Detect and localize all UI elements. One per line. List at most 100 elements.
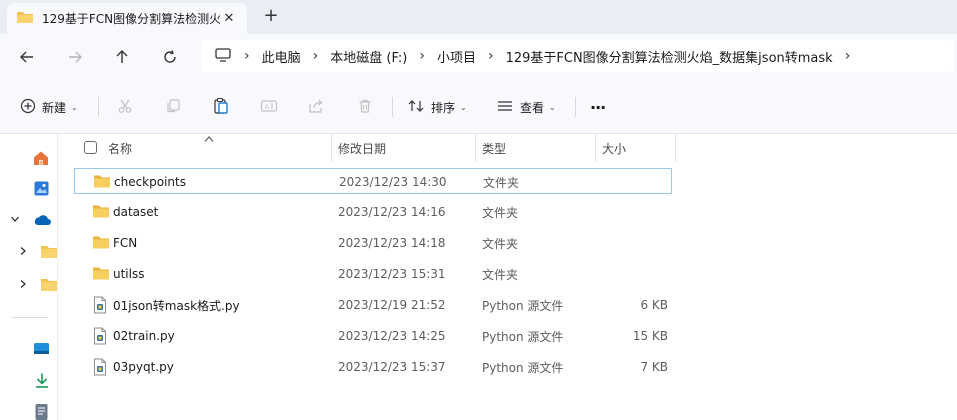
chevron-right-icon[interactable]: › — [419, 48, 425, 64]
copy-button[interactable] — [165, 93, 181, 121]
paste-button[interactable] — [213, 93, 229, 121]
file-row[interactable]: 03pyqt.py 2023/12/23 15:37 Python 源文件 7 KB — [74, 354, 672, 380]
view-list-icon — [496, 98, 514, 117]
plus-circle-icon — [20, 98, 36, 117]
download-icon[interactable] — [34, 372, 50, 389]
column-header-date[interactable]: 修改日期 — [338, 134, 386, 162]
file-name: FCN — [113, 236, 138, 250]
file-row[interactable]: utilss 2023/12/23 15:31 文件夹 — [74, 261, 672, 287]
toolbar-divider — [575, 97, 576, 117]
file-type: Python 源文件 — [482, 329, 564, 344]
file-date: 2023/12/23 15:37 — [338, 360, 446, 374]
new-tab-button[interactable]: + — [262, 6, 280, 26]
folder-icon[interactable] — [40, 244, 58, 259]
select-all-checkbox[interactable] — [84, 141, 97, 154]
column-divider[interactable] — [595, 134, 596, 162]
gallery-icon[interactable] — [33, 180, 50, 197]
navigation-pane — [0, 134, 58, 420]
address-bar[interactable]: › 此电脑 › 本地磁盘 (F:) › 小项目 › 129基于FCN图像分割算法… — [202, 40, 954, 72]
file-name: 01json转mask格式.py — [113, 298, 240, 313]
command-bar: 新建 ⌄ A 排序 ⌄ 查看 ⌄ ··· — [0, 79, 957, 134]
file-type: Python 源文件 — [482, 360, 564, 375]
breadcrumb-projects[interactable]: 小项目 — [437, 47, 476, 66]
more-options-icon[interactable]: ··· — [590, 93, 606, 121]
folder-icon — [92, 234, 110, 252]
cut-button[interactable] — [117, 93, 133, 121]
sort-button[interactable]: 排序 ⌄ — [407, 93, 467, 121]
monitor-icon[interactable] — [214, 47, 232, 66]
chevron-down-icon[interactable] — [10, 214, 20, 224]
column-divider[interactable] — [331, 134, 332, 162]
file-date: 2023/12/23 14:16 — [338, 205, 446, 219]
folder-icon — [16, 9, 34, 28]
trash-icon — [357, 98, 373, 117]
view-button[interactable]: 查看 ⌄ — [496, 93, 556, 121]
forward-icon[interactable] — [60, 42, 90, 72]
file-list-pane: 名称 修改日期 类型 大小 checkpoints 2023/12/23 14:3… — [58, 134, 957, 420]
nav-divider — [12, 317, 48, 318]
chevron-right-icon[interactable]: › — [845, 48, 851, 64]
share-button[interactable] — [308, 93, 324, 121]
file-size: 7 KB — [640, 360, 668, 374]
file-date: 2023/12/23 15:31 — [338, 267, 446, 281]
column-header-name[interactable]: 名称 — [108, 134, 132, 162]
file-name: dataset — [113, 205, 159, 219]
file-date: 2023/12/23 14:30 — [339, 175, 447, 189]
file-size: 15 KB — [632, 329, 668, 343]
file-row[interactable]: FCN 2023/12/23 14:18 文件夹 — [74, 230, 672, 256]
up-icon[interactable] — [107, 42, 137, 72]
file-type: 文件夹 — [482, 205, 519, 220]
column-header-type[interactable]: 类型 — [482, 134, 506, 162]
new-button[interactable]: 新建 ⌄ — [20, 93, 78, 121]
file-name: checkpoints — [114, 175, 186, 189]
file-date: 2023/12/23 14:18 — [338, 236, 446, 250]
file-name: 02train.py — [113, 329, 175, 343]
column-divider[interactable] — [475, 134, 476, 162]
file-size — [594, 199, 668, 225]
rename-button[interactable]: A — [260, 93, 278, 121]
folder-icon[interactable] — [40, 277, 58, 292]
view-button-label: 查看 — [520, 100, 545, 115]
tab-current-folder[interactable]: 129基于FCN图像分割算法检测火焰_数据集json转mask ✕ — [7, 3, 247, 34]
rename-icon: A — [260, 98, 278, 117]
file-row[interactable]: dataset 2023/12/23 14:16 文件夹 — [74, 199, 672, 225]
refresh-icon[interactable] — [155, 42, 185, 72]
file-size — [594, 230, 668, 256]
file-type: Python 源文件 — [482, 298, 564, 313]
home-icon[interactable] — [32, 149, 50, 167]
documents-icon[interactable] — [34, 403, 49, 420]
new-button-label: 新建 — [42, 100, 67, 115]
folder-icon — [92, 203, 110, 221]
onedrive-cloud-icon[interactable] — [32, 213, 52, 227]
chevron-down-icon: ⌄ — [71, 102, 78, 112]
share-icon — [308, 98, 324, 117]
breadcrumb-drive[interactable]: 本地磁盘 (F:) — [330, 47, 407, 66]
column-header-row: 名称 修改日期 类型 大小 — [58, 134, 957, 162]
chevron-right-icon[interactable] — [18, 246, 28, 256]
chevron-right-icon[interactable] — [18, 279, 28, 289]
toolbar-divider — [392, 97, 393, 117]
file-date: 2023/12/19 21:52 — [338, 298, 446, 312]
file-size — [594, 261, 668, 287]
chevron-right-icon[interactable]: › — [488, 48, 494, 64]
file-type: 文件夹 — [483, 175, 520, 190]
chevron-right-icon[interactable]: › — [244, 48, 250, 64]
folder-icon — [92, 265, 110, 283]
file-row[interactable]: 01json转mask格式.py 2023/12/19 21:52 Python 源… — [74, 292, 672, 318]
chevron-right-icon[interactable]: › — [313, 48, 319, 64]
file-row[interactable]: checkpoints 2023/12/23 14:30 文件夹 — [74, 168, 672, 194]
chevron-down-icon: ⌄ — [460, 102, 467, 112]
desktop-icon[interactable] — [33, 341, 50, 356]
column-header-size[interactable]: 大小 — [602, 134, 626, 162]
back-icon[interactable] — [12, 42, 42, 72]
delete-button[interactable] — [357, 93, 373, 121]
file-row[interactable]: 02train.py 2023/12/23 14:25 Python 源文件 15 K… — [74, 323, 672, 349]
chevron-down-icon: ⌄ — [549, 102, 556, 112]
breadcrumb-current-folder[interactable]: 129基于FCN图像分割算法检测火焰_数据集json转mask — [506, 47, 833, 66]
column-divider[interactable] — [675, 134, 676, 162]
python-file-icon — [92, 296, 110, 314]
file-type: 文件夹 — [482, 236, 519, 251]
file-size — [595, 169, 669, 195]
breadcrumb-this-pc[interactable]: 此电脑 — [262, 47, 301, 66]
close-tab-icon[interactable]: ✕ — [221, 10, 237, 26]
